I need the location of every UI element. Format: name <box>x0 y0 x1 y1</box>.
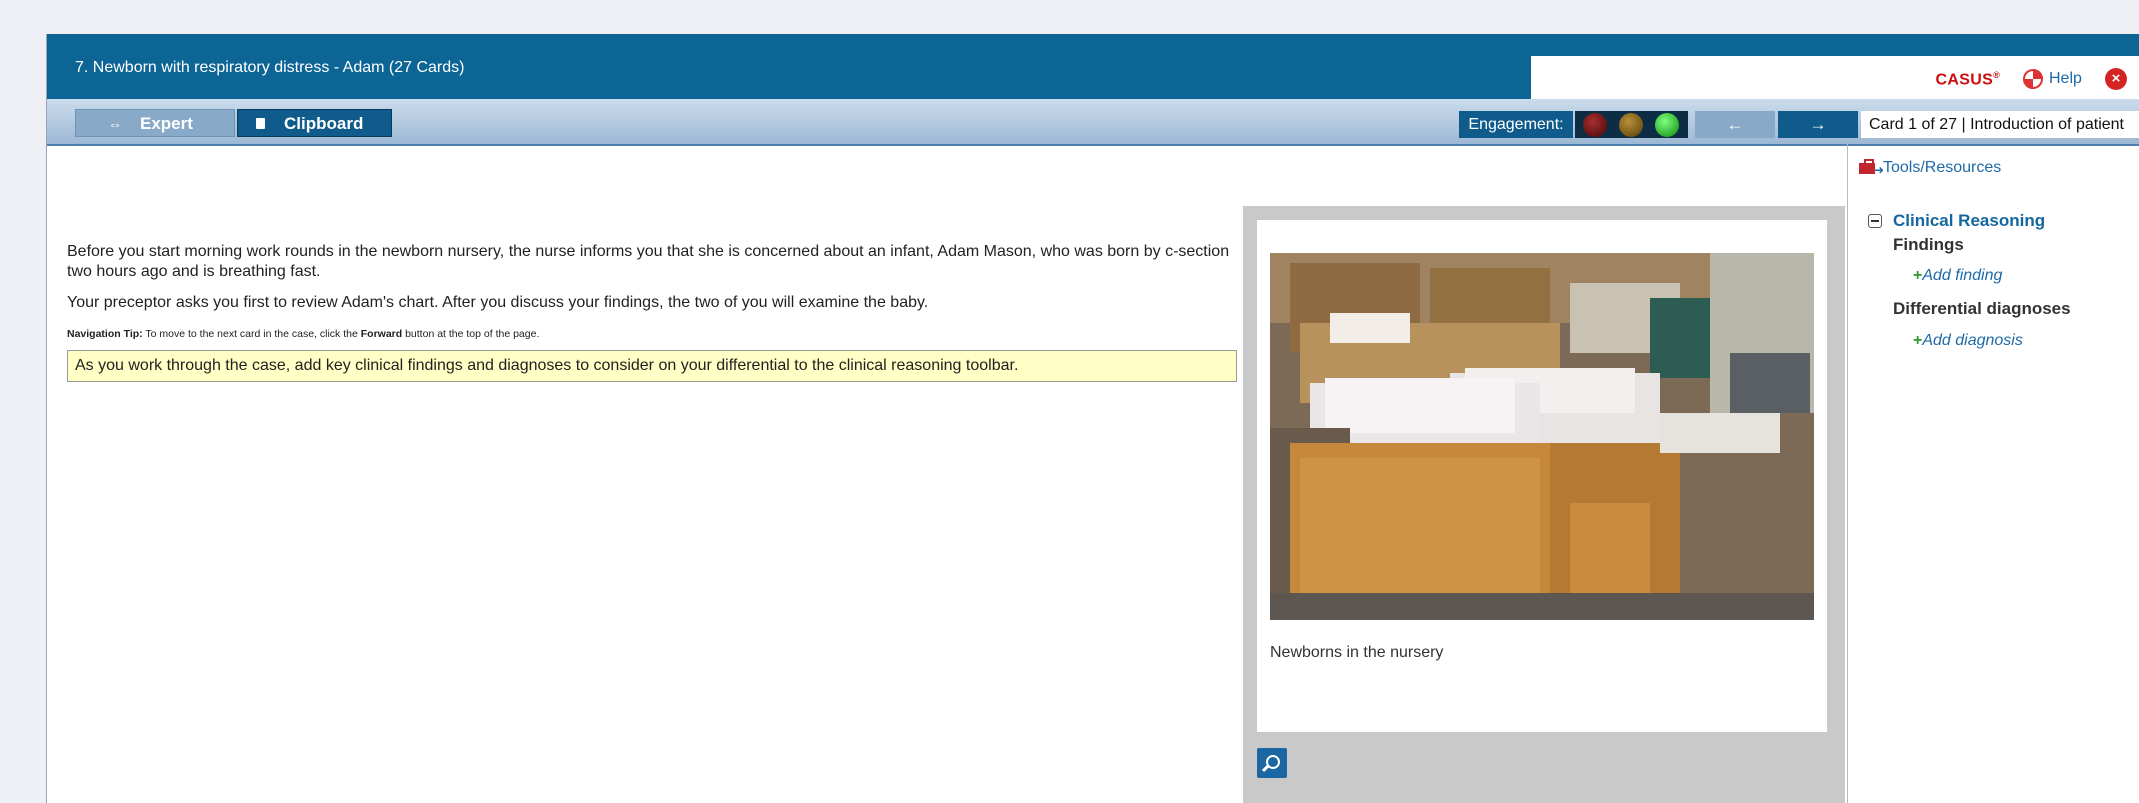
sidebar: ➜ Tools/Resources Clinical Reasoning Fin… <box>1853 144 2139 803</box>
back-button[interactable]: ← <box>1695 111 1775 138</box>
casus-logo: CASUS® <box>1935 70 2000 89</box>
brand-area: CASUS® Help × <box>1531 56 2139 99</box>
nursery-photo[interactable] <box>1270 253 1814 620</box>
reasoning-note: As you work through the case, add key cl… <box>67 350 1237 382</box>
engagement-medium-light[interactable] <box>1619 113 1643 137</box>
navigation-tip: Navigation Tip: To move to the next card… <box>67 328 540 340</box>
clinical-reasoning-heading: Clinical Reasoning <box>1893 211 2046 230</box>
close-icon[interactable]: × <box>2105 68 2127 90</box>
photo-caption: Newborns in the nursery <box>1270 644 1444 661</box>
differential-heading: Differential diagnoses <box>1893 299 2071 318</box>
expert-icon: ⇔ <box>108 116 122 132</box>
tools-resources-link[interactable]: Tools/Resources <box>1883 159 2001 177</box>
engagement-lights <box>1575 111 1688 138</box>
clipboard-icon <box>256 118 265 129</box>
help-link[interactable]: Help <box>2049 70 2082 88</box>
card-info: Card 1 of 27 | Introduction of patient <box>1861 111 2139 138</box>
toolbar: ⇔ Expert Clipboard Engagement: ← → Card … <box>47 99 2139 146</box>
clipboard-button[interactable]: Clipboard <box>237 109 392 137</box>
media-panel: Newborns in the nursery <box>1243 206 1845 803</box>
engagement-label: Engagement: <box>1459 111 1573 138</box>
add-finding-link[interactable]: +Add finding <box>1913 267 2002 285</box>
collapse-icon[interactable] <box>1868 214 1882 228</box>
card-content: Before you start morning work rounds in … <box>67 242 1239 382</box>
zoom-button[interactable] <box>1257 748 1287 778</box>
engagement-high-light[interactable] <box>1655 113 1679 137</box>
title-bar: 7. Newborn with respiratory distress - A… <box>47 34 2139 99</box>
engagement-low-light[interactable] <box>1583 113 1607 137</box>
help-icon[interactable] <box>2023 69 2043 89</box>
app-frame: 7. Newborn with respiratory distress - A… <box>46 34 2139 803</box>
add-diagnosis-link[interactable]: +Add diagnosis <box>1913 332 2023 350</box>
panel-divider <box>1847 144 1848 803</box>
expert-button[interactable]: ⇔ Expert <box>75 109 235 137</box>
intro-text: Before you start morning work rounds in … <box>67 243 1230 280</box>
media-frame: Newborns in the nursery <box>1257 220 1827 732</box>
findings-heading: Findings <box>1893 235 1964 254</box>
forward-button[interactable]: → <box>1778 111 1858 138</box>
case-title: 7. Newborn with respiratory distress - A… <box>75 59 465 76</box>
tools-icon[interactable]: ➜ <box>1859 159 1884 176</box>
preceptor-text: Your preceptor asks you first to review … <box>67 294 929 311</box>
